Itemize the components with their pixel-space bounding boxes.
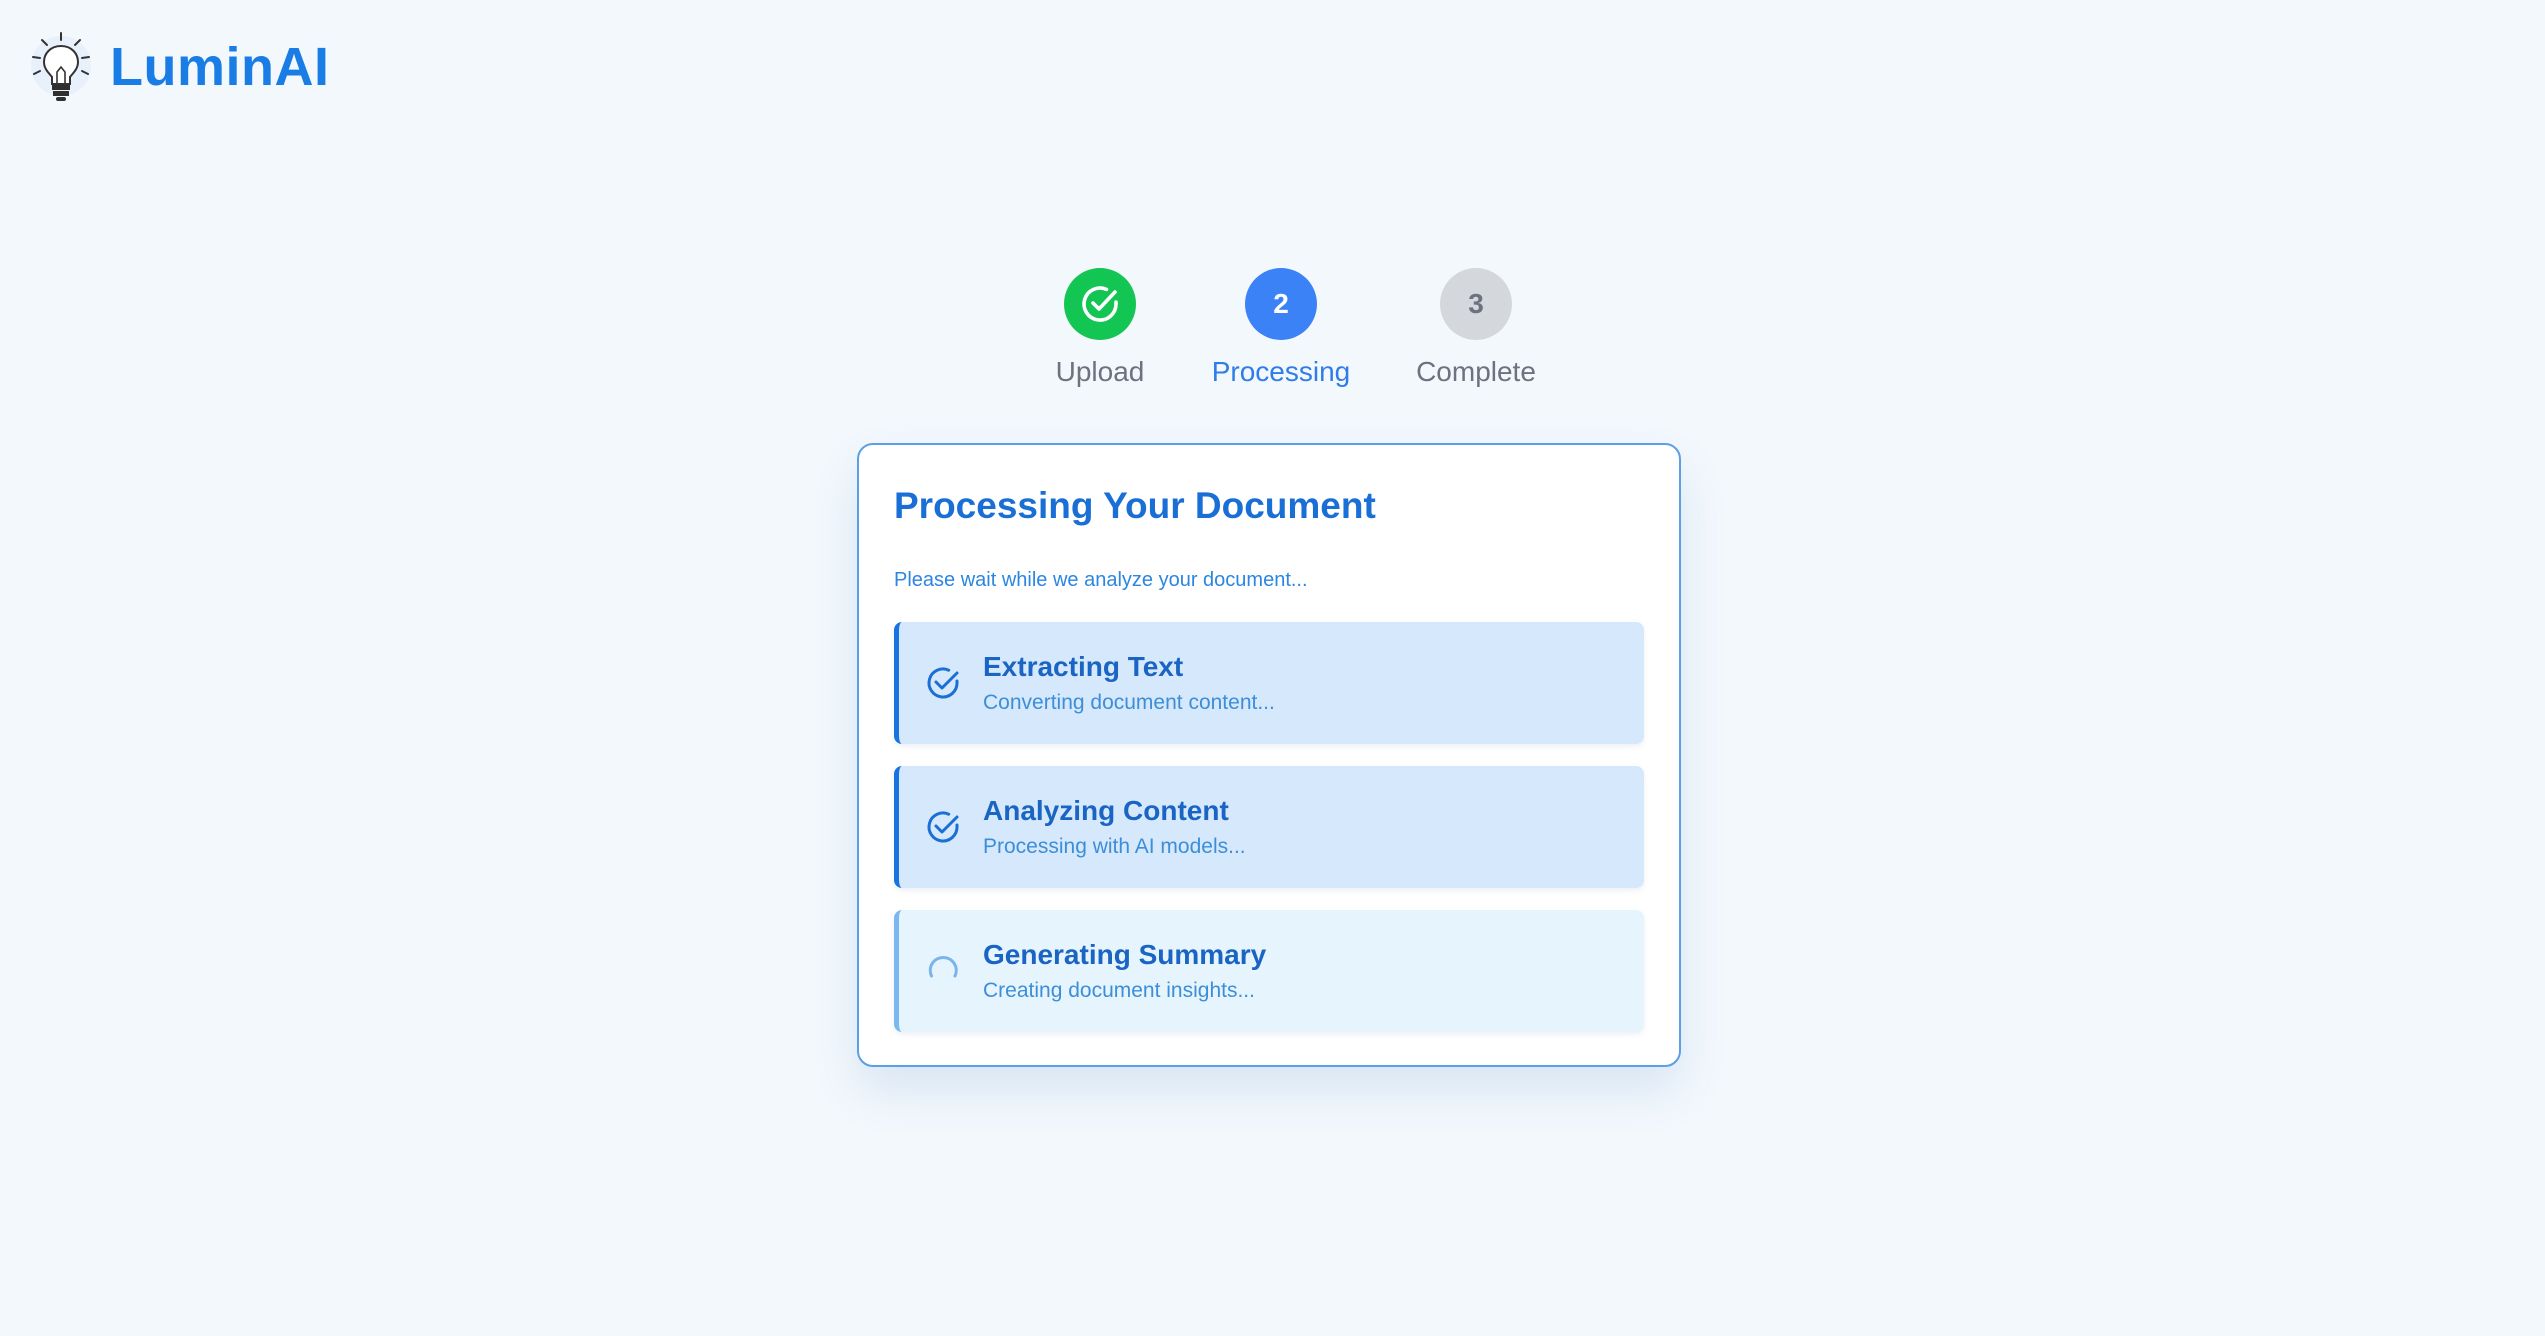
task-title: Extracting Text (983, 651, 1184, 682)
card-subtitle: Please wait while we analyze your docume… (894, 569, 1308, 591)
task-description: Creating document insights... (983, 979, 1255, 1002)
card-title: Processing Your Document (894, 485, 1376, 526)
step-upload-label: Upload (1055, 356, 1145, 387)
step-processing: 2 Processing (1181, 268, 1381, 388)
step-upload: Upload (1000, 268, 1200, 388)
task-generating-summary: Generating Summary Creating document ins… (894, 910, 1644, 1032)
lightbulb-icon (28, 30, 94, 104)
progress-stepper: Upload 2 Processing 3 Complete (1000, 268, 1560, 398)
task-description: Processing with AI models... (983, 835, 1246, 858)
check-circle-icon (1082, 286, 1118, 322)
step-complete: 3 Complete (1376, 268, 1576, 388)
task-list: Extracting Text Converting document cont… (894, 622, 1644, 1032)
task-analyzing-content: Analyzing Content Processing with AI mod… (894, 766, 1644, 888)
task-extracting-text: Extracting Text Converting document cont… (894, 622, 1644, 744)
step-processing-number: 2 (1245, 268, 1317, 340)
task-description: Converting document content... (983, 691, 1275, 714)
step-upload-indicator (1064, 268, 1136, 340)
check-circle-icon (923, 807, 963, 847)
brand-name: LuminAI (110, 37, 330, 97)
processing-card: Processing Your Document Please wait whi… (857, 443, 1681, 1067)
app-logo[interactable]: LuminAI (28, 30, 329, 104)
step-complete-label: Complete (1416, 356, 1536, 387)
task-title: Analyzing Content (983, 795, 1229, 826)
task-title: Generating Summary (983, 939, 1267, 970)
spinner-icon (923, 951, 963, 991)
check-circle-icon (923, 663, 963, 703)
step-processing-label: Processing (1211, 356, 1351, 387)
step-complete-number: 3 (1440, 268, 1512, 340)
